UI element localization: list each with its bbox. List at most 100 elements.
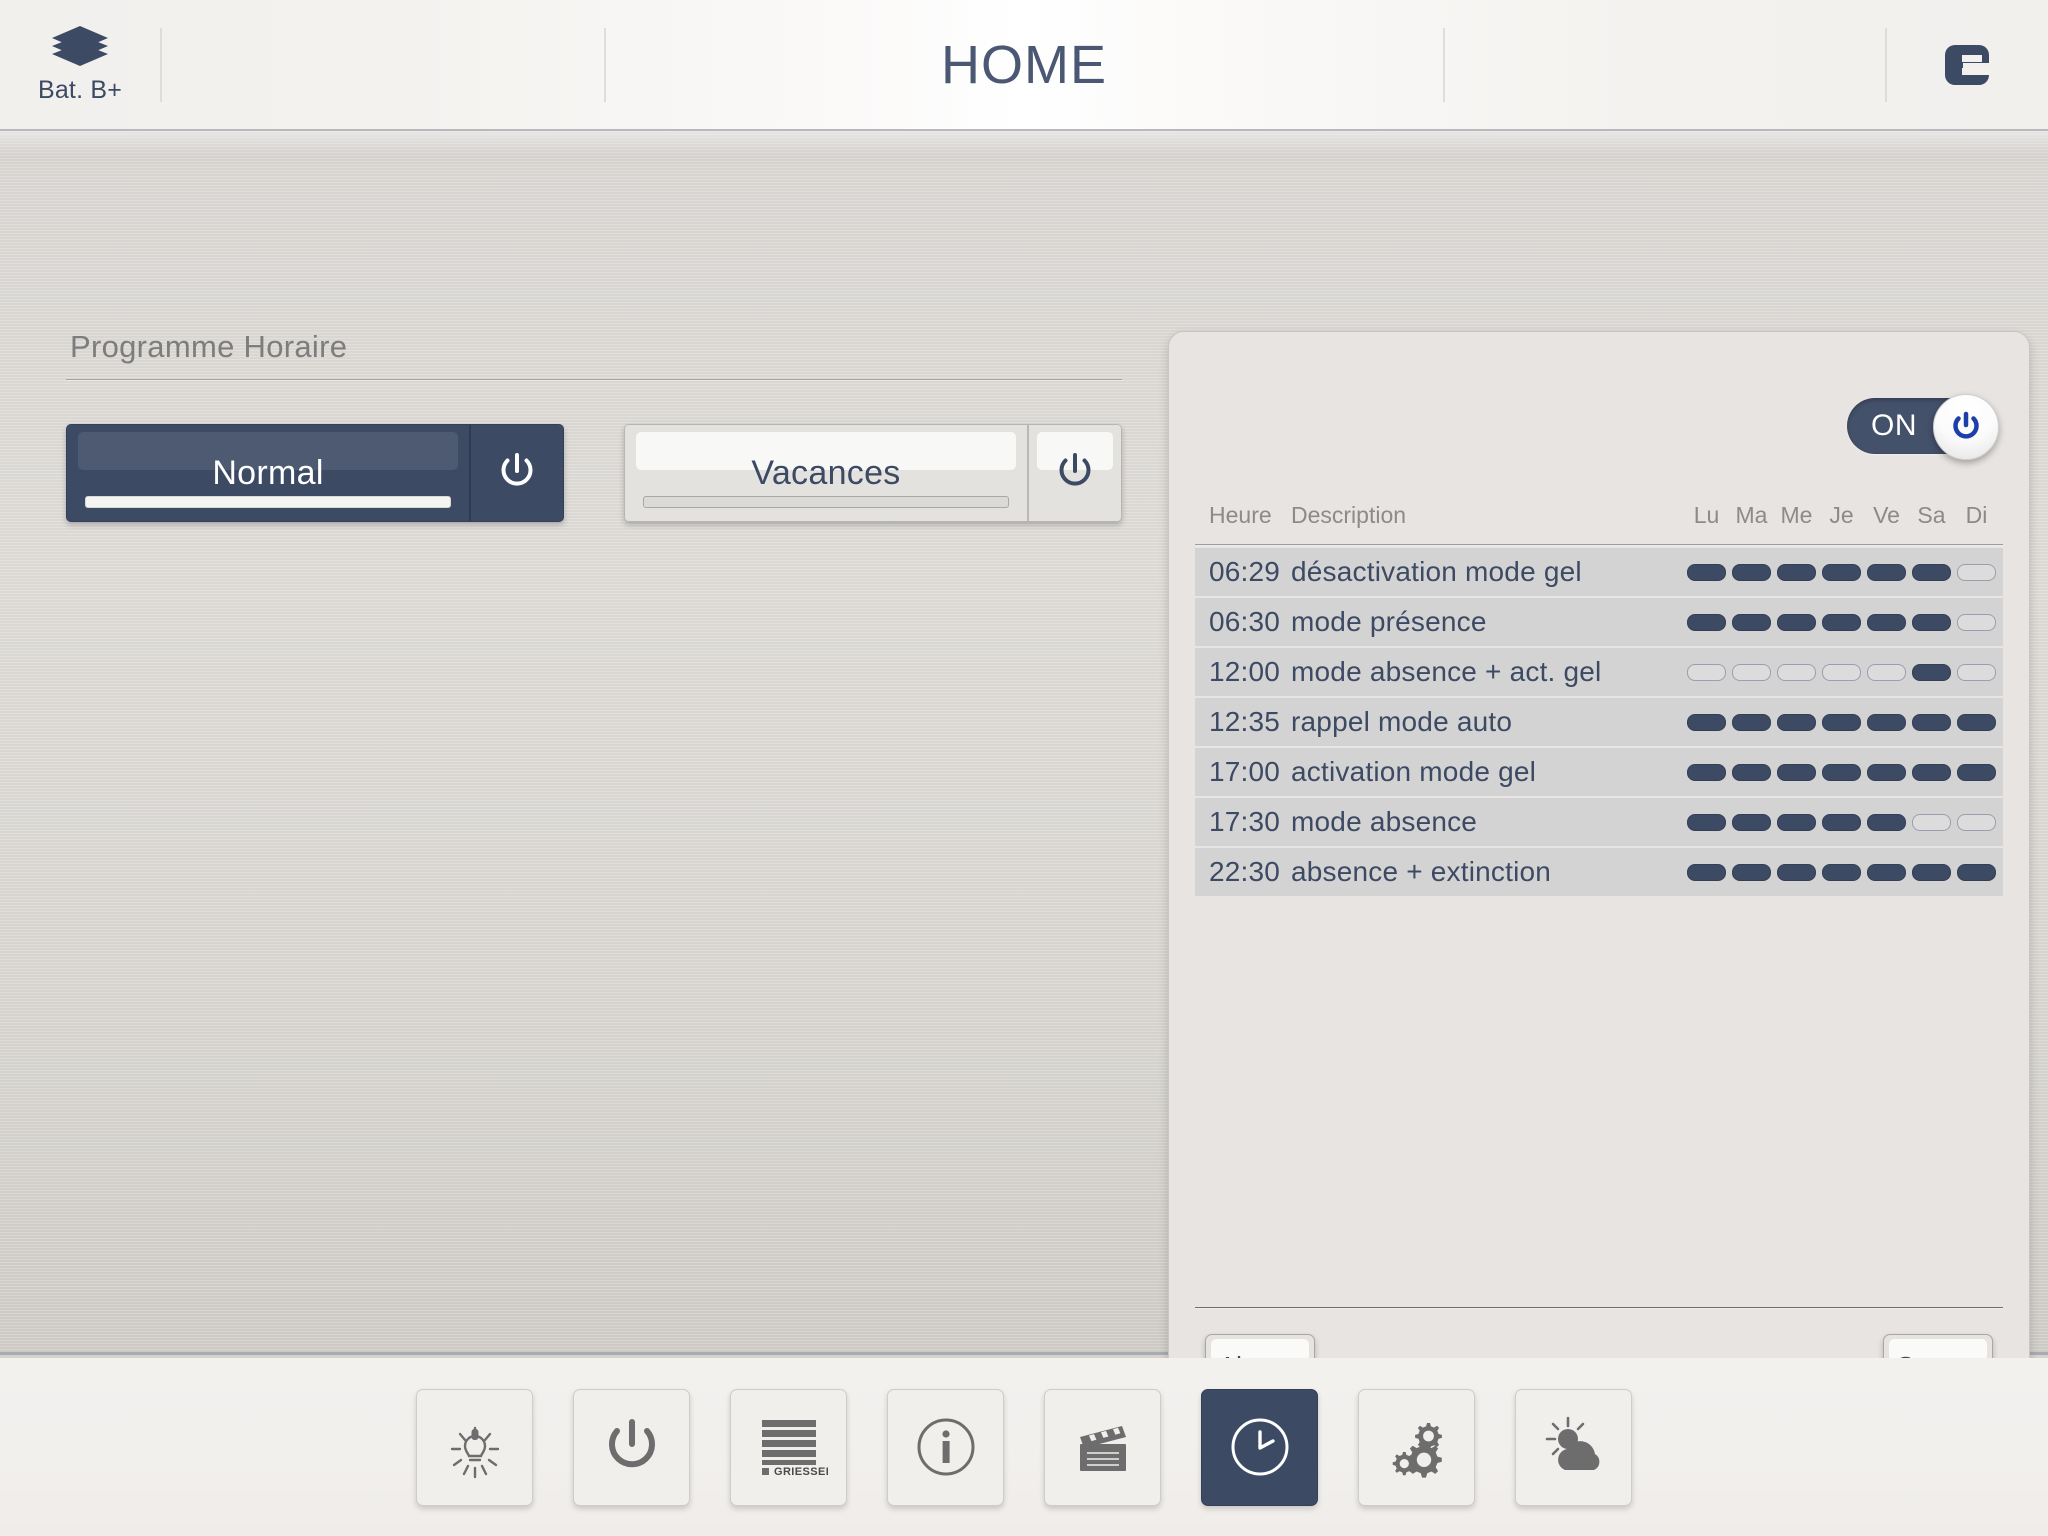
day-toggle-me[interactable] — [1777, 864, 1816, 881]
day-toggle-ma[interactable] — [1732, 814, 1771, 831]
day-toggle-ma[interactable] — [1732, 864, 1771, 881]
section-divider — [66, 379, 1122, 381]
schedule-enable-toggle[interactable]: ON — [1847, 398, 1995, 454]
programme-vacances-power-button[interactable] — [1029, 425, 1121, 521]
day-toggle-di[interactable] — [1957, 664, 1996, 681]
table-row[interactable]: 17:00activation mode gel — [1195, 748, 2003, 796]
day-toggle-sa[interactable] — [1912, 864, 1951, 881]
day-toggle-sa[interactable] — [1912, 764, 1951, 781]
day-toggle-je[interactable] — [1822, 764, 1861, 781]
table-row[interactable]: 12:35rappel mode auto — [1195, 698, 2003, 746]
day-header-me: Me — [1774, 502, 1819, 529]
programme-horaire-section: Programme Horaire — [66, 329, 1126, 381]
programme-normal-label-area[interactable]: Normal — [67, 425, 471, 521]
day-toggle-di[interactable] — [1957, 764, 1996, 781]
day-toggle-di[interactable] — [1957, 714, 1996, 731]
day-toggle-di[interactable] — [1957, 814, 1996, 831]
section-title: Programme Horaire — [66, 329, 1126, 365]
row-day-toggles — [1684, 764, 1999, 781]
dock-item-schedule[interactable] — [1201, 1389, 1318, 1506]
day-toggle-sa[interactable] — [1912, 664, 1951, 681]
day-toggle-ma[interactable] — [1732, 614, 1771, 631]
column-header-days: Lu Ma Me Je Ve Sa Di — [1684, 502, 1999, 529]
dock-item-power[interactable] — [573, 1389, 690, 1506]
programme-button-normal[interactable]: Normal — [66, 424, 564, 522]
programme-button-vacances[interactable]: Vacances — [624, 424, 1122, 522]
day-header-ve: Ve — [1864, 502, 1909, 529]
day-toggle-je[interactable] — [1822, 814, 1861, 831]
schedule-panel: ON Heure Description Lu Ma Me — [1168, 331, 2030, 1423]
dock-item-weather[interactable] — [1515, 1389, 1632, 1506]
row-description: activation mode gel — [1291, 756, 1536, 788]
row-time: 12:35 — [1209, 706, 1280, 738]
day-toggle-ve[interactable] — [1867, 614, 1906, 631]
day-toggle-di[interactable] — [1957, 614, 1996, 631]
table-row[interactable]: 06:30mode présence — [1195, 598, 2003, 646]
programme-normal-label: Normal — [212, 454, 323, 493]
row-description: mode absence + act. gel — [1291, 656, 1601, 688]
clock-icon — [1222, 1409, 1298, 1485]
row-time: 06:30 — [1209, 606, 1280, 638]
day-toggle-je[interactable] — [1822, 864, 1861, 881]
dock-item-blinds[interactable]: GRIESSER — [730, 1389, 847, 1506]
table-row[interactable]: 06:29désactivation mode gel — [1195, 548, 2003, 596]
clapperboard-scenes-icon — [1065, 1409, 1141, 1485]
table-header-divider — [1195, 544, 2003, 546]
table-row[interactable]: 22:30absence + extinction — [1195, 848, 2003, 896]
panel-footer-divider — [1195, 1307, 2003, 1309]
programme-vacances-label-area[interactable]: Vacances — [625, 425, 1029, 521]
day-toggle-lu[interactable] — [1687, 764, 1726, 781]
dock-item-lighting[interactable] — [416, 1389, 533, 1506]
day-toggle-di[interactable] — [1957, 564, 1996, 581]
svg-text:GRIESSER: GRIESSER — [774, 1466, 828, 1478]
day-toggle-me[interactable] — [1777, 664, 1816, 681]
day-toggle-me[interactable] — [1777, 564, 1816, 581]
day-toggle-ve[interactable] — [1867, 764, 1906, 781]
day-toggle-ve[interactable] — [1867, 564, 1906, 581]
day-toggle-lu[interactable] — [1687, 664, 1726, 681]
day-toggle-je[interactable] — [1822, 614, 1861, 631]
day-toggle-ve[interactable] — [1867, 814, 1906, 831]
day-toggle-di[interactable] — [1957, 864, 1996, 881]
programme-normal-power-button[interactable] — [471, 425, 563, 521]
day-toggle-ma[interactable] — [1732, 664, 1771, 681]
table-row[interactable]: 12:00 mode absence + act. gel — [1195, 648, 2003, 696]
day-toggle-sa[interactable] — [1912, 814, 1951, 831]
day-toggle-ve[interactable] — [1867, 664, 1906, 681]
day-toggle-ve[interactable] — [1867, 714, 1906, 731]
toggle-knob[interactable] — [1933, 394, 1999, 460]
app-header: Bat. B+ HOME — [0, 0, 2048, 131]
dock-item-settings[interactable] — [1358, 1389, 1475, 1506]
day-toggle-je[interactable] — [1822, 714, 1861, 731]
row-day-toggles — [1684, 714, 1999, 731]
programme-button-row: Normal Vacances — [66, 424, 1122, 522]
table-row[interactable]: 17:30mode absence — [1195, 798, 2003, 846]
toggle-label: ON — [1871, 409, 1917, 443]
day-toggle-sa[interactable] — [1912, 614, 1951, 631]
day-toggle-ma[interactable] — [1732, 764, 1771, 781]
day-toggle-me[interactable] — [1777, 714, 1816, 731]
day-toggle-lu[interactable] — [1687, 564, 1726, 581]
day-toggle-lu[interactable] — [1687, 614, 1726, 631]
day-toggle-sa[interactable] — [1912, 714, 1951, 731]
dock-items: GRIESSER — [0, 1358, 2048, 1536]
day-toggle-me[interactable] — [1777, 764, 1816, 781]
day-toggle-me[interactable] — [1777, 814, 1816, 831]
column-header-description: Description — [1291, 502, 1406, 529]
day-toggle-je[interactable] — [1822, 564, 1861, 581]
day-toggle-me[interactable] — [1777, 614, 1816, 631]
day-toggle-lu[interactable] — [1687, 714, 1726, 731]
day-toggle-je[interactable] — [1822, 664, 1861, 681]
dock-item-scenes[interactable] — [1044, 1389, 1161, 1506]
day-toggle-ve[interactable] — [1867, 864, 1906, 881]
row-time: 22:30 — [1209, 856, 1280, 888]
day-toggle-sa[interactable] — [1912, 564, 1951, 581]
day-toggle-lu[interactable] — [1687, 864, 1726, 881]
main-stage: Programme Horaire Normal — [0, 131, 2048, 1355]
brand-logo-button[interactable] — [1885, 0, 2048, 129]
dock-item-info[interactable] — [887, 1389, 1004, 1506]
day-toggle-ma[interactable] — [1732, 714, 1771, 731]
row-time: 12:00 — [1209, 656, 1280, 688]
day-toggle-lu[interactable] — [1687, 814, 1726, 831]
day-toggle-ma[interactable] — [1732, 564, 1771, 581]
